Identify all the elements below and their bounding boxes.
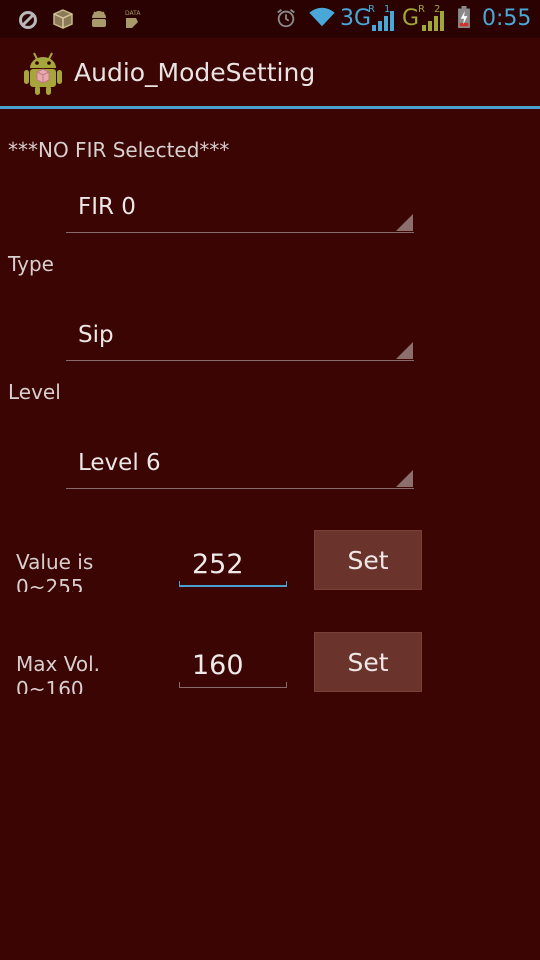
max-vol-input[interactable]: 160 xyxy=(179,644,287,688)
max-vol-label-line2: 0~160 xyxy=(16,677,84,694)
value-input-text: 252 xyxy=(192,549,244,580)
value-range-label: Value is 0~255 xyxy=(16,550,93,592)
fir-spinner-value: FIR 0 xyxy=(78,194,136,220)
max-vol-range-label: Max Vol. 0~160 xyxy=(16,652,100,694)
level-spinner[interactable]: Level 6 xyxy=(66,438,414,489)
type-spinner-value: Sip xyxy=(78,322,114,348)
title-divider xyxy=(0,106,540,109)
set-max-vol-button[interactable]: Set xyxy=(314,632,422,692)
battery-charging-icon xyxy=(458,6,470,28)
value-input[interactable]: 252 xyxy=(179,543,287,587)
status-bar: DATA 3G R 1 G R 2 0:55 xyxy=(0,0,540,38)
value-label-line1: Value is xyxy=(16,550,94,574)
signal-strength-icon xyxy=(372,11,394,31)
android-debug-icon xyxy=(92,11,106,27)
package-icon xyxy=(53,9,73,29)
value-label-line2: 0~255 xyxy=(16,575,84,592)
network-3g-label: 3G xyxy=(340,6,372,31)
set-value-button[interactable]: Set xyxy=(314,530,422,590)
svg-text:DATA: DATA xyxy=(125,10,141,17)
dropdown-arrow-icon xyxy=(396,470,413,487)
alarm-icon xyxy=(277,9,295,28)
level-spinner-value: Level 6 xyxy=(78,450,161,476)
max-vol-input-text: 160 xyxy=(192,650,244,681)
blocked-icon xyxy=(19,11,37,29)
type-spinner[interactable]: Sip xyxy=(66,310,414,361)
signal-strength-2-icon xyxy=(422,11,444,31)
fir-spinner[interactable]: FIR 0 xyxy=(66,182,414,233)
dropdown-arrow-icon xyxy=(396,342,413,359)
max-vol-label-line1: Max Vol. xyxy=(16,652,100,676)
network-g-label: G xyxy=(402,6,420,31)
level-label: Level xyxy=(8,380,61,404)
android-robot-icon xyxy=(24,52,62,95)
type-label: Type xyxy=(8,252,54,276)
fir-status-text: ***NO FIR Selected*** xyxy=(8,138,230,162)
wifi-icon xyxy=(309,7,335,27)
dropdown-arrow-icon xyxy=(396,214,413,231)
data-icon: DATA xyxy=(125,10,141,28)
app-title: Audio_ModeSetting xyxy=(74,58,316,87)
clock: 0:55 xyxy=(482,6,532,31)
